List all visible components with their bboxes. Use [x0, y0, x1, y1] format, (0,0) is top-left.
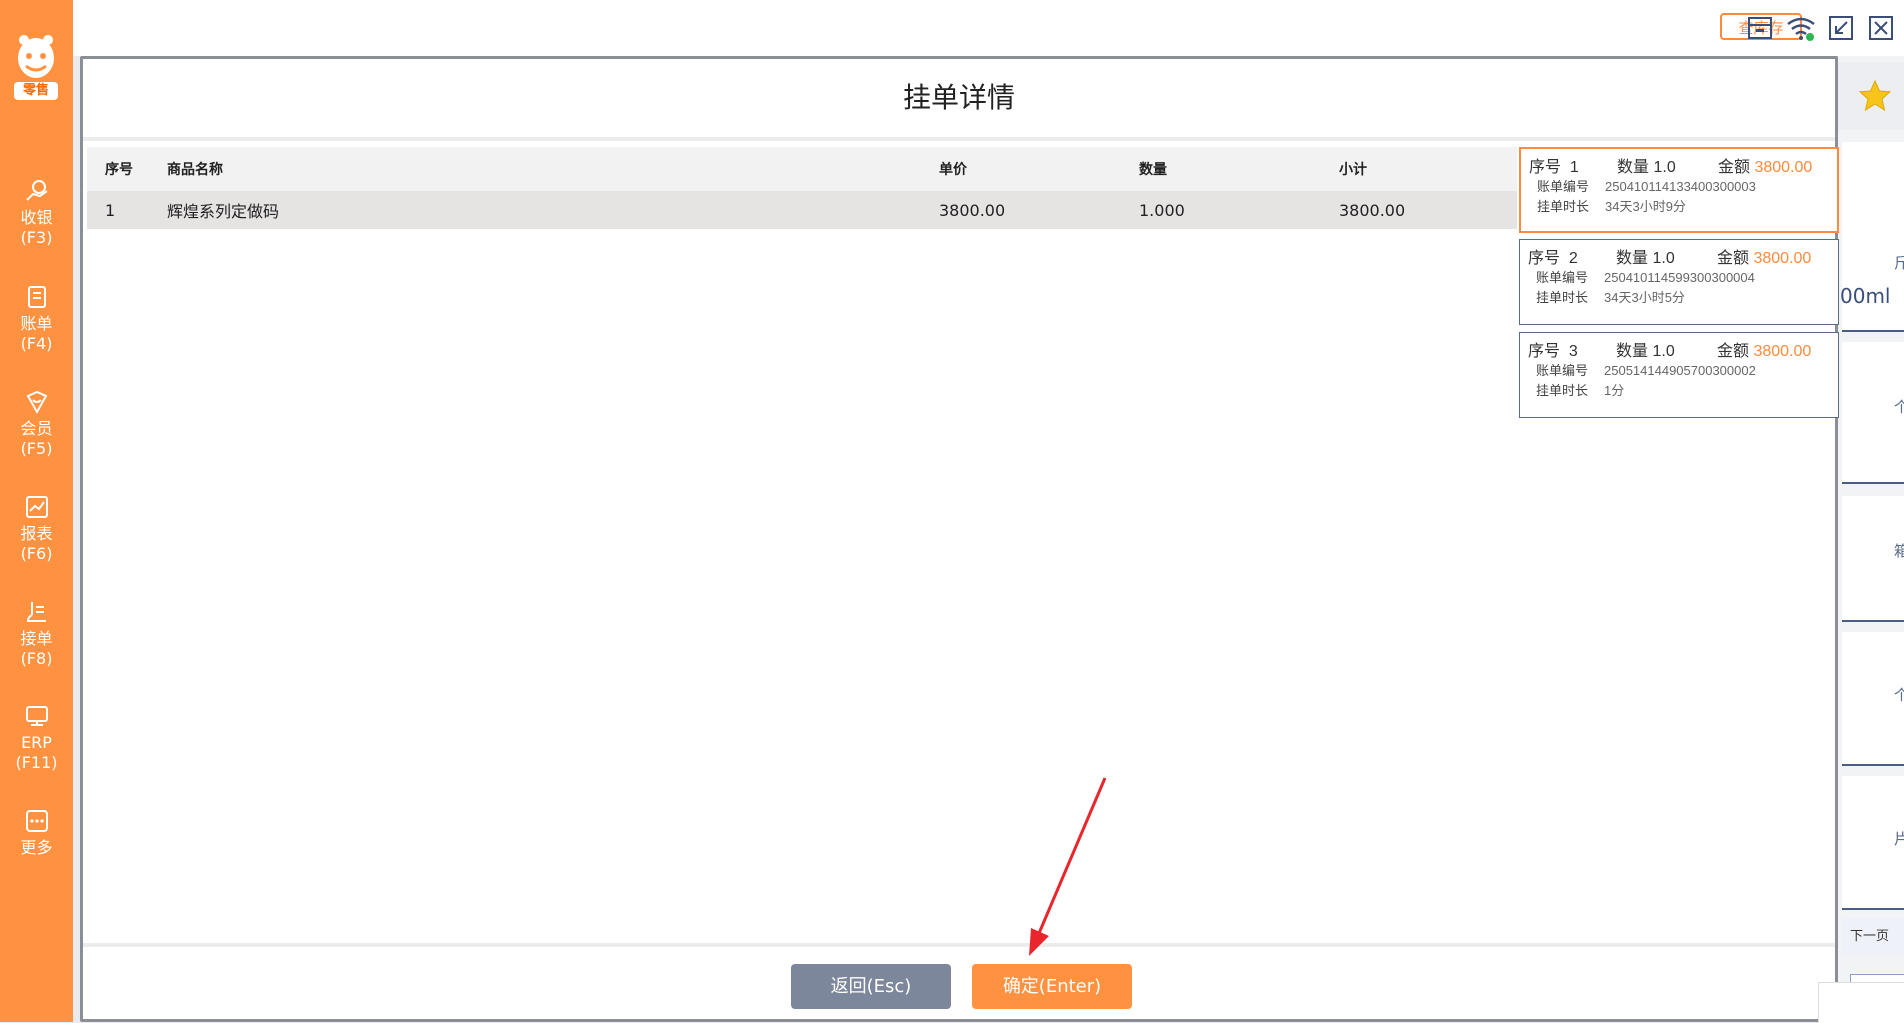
seq-label: 序号 — [1529, 159, 1562, 176]
nav-key: (F6) — [20, 544, 53, 563]
amount-value: 3800.00 — [1753, 343, 1812, 360]
more-icon — [25, 810, 48, 832]
nav-label: 会员 — [20, 419, 53, 438]
erp-icon — [25, 706, 48, 726]
minimize-icon[interactable] — [1827, 14, 1855, 42]
header-price: 单价 — [939, 162, 967, 178]
row-price: 3800.00 — [939, 200, 1006, 220]
bill-label: 账单编号 — [1536, 270, 1589, 285]
seq-label: 序号 — [1528, 250, 1561, 267]
nav-key: (F5) — [20, 439, 53, 458]
nav-member[interactable]: 会员 (F5) — [0, 389, 73, 459]
nav-label: ERP — [21, 733, 52, 752]
nav-key: (F11) — [15, 753, 58, 772]
favorites-tab[interactable] — [1838, 62, 1904, 130]
nav-more[interactable]: 更多 — [0, 808, 73, 858]
duration-label: 挂单时长 — [1537, 199, 1590, 214]
table-header: 序号 商品名称 单价 数量 小计 — [87, 147, 1517, 191]
header-no: 序号 — [105, 162, 133, 178]
qty-value: 1.0 — [1652, 343, 1675, 360]
bill-label: 账单编号 — [1537, 179, 1590, 194]
product-unit: 个 — [1894, 686, 1904, 704]
nav-key: (F8) — [20, 649, 53, 668]
nav-key: (F4) — [20, 334, 53, 353]
nav-bill[interactable]: 账单 (F4) — [0, 284, 73, 354]
amount-label: 金额 — [1717, 250, 1750, 267]
bill-number: 250410114599300300004 — [1604, 270, 1755, 285]
header-qty: 数量 — [1139, 162, 1167, 178]
row-qty: 1.000 — [1139, 200, 1185, 220]
order-items-table: 序号 商品名称 单价 数量 小计 1 辉煌系列定做码 3800.00 1.000… — [87, 147, 1517, 229]
nav-cashier[interactable]: 收银 (F3) — [0, 178, 73, 248]
app-logo: 零售 — [12, 32, 60, 102]
bill-label: 账单编号 — [1536, 363, 1589, 378]
qty-value: 1.0 — [1652, 250, 1675, 267]
product-unit: 片 — [1894, 830, 1904, 848]
held-order-card[interactable]: 序号 2 数量 1.0 金额 3800.00 账单编号 2504101145993… — [1519, 239, 1839, 325]
row-subtotal: 3800.00 — [1339, 200, 1406, 220]
order-icon — [26, 602, 46, 622]
bill-number: 250410114133400300003 — [1605, 179, 1756, 194]
nav-label: 收银 — [20, 208, 53, 227]
logo-text: 零售 — [22, 83, 49, 98]
header-name: 商品名称 — [167, 162, 223, 178]
amount-label: 金额 — [1717, 343, 1750, 360]
title-divider — [83, 137, 1835, 141]
seq-label: 序号 — [1528, 343, 1561, 360]
held-order-card[interactable]: 序号 3 数量 1.0 金额 3800.00 账单编号 2505141449057… — [1519, 332, 1839, 418]
duration-label: 挂单时长 — [1536, 290, 1589, 305]
header-subtotal: 小计 — [1339, 162, 1367, 178]
duration-label: 挂单时长 — [1536, 383, 1589, 398]
row-name: 辉煌系列定做码 — [167, 202, 280, 221]
confirm-button[interactable]: 确定(Enter) — [972, 964, 1132, 1009]
amount-value: 3800.00 — [1754, 159, 1813, 176]
back-button[interactable]: 返回(Esc) — [791, 964, 951, 1009]
cashier-icon — [25, 180, 48, 201]
nav-erp[interactable]: ERP (F11) — [0, 703, 73, 773]
corner-panel — [1818, 982, 1904, 1023]
star-icon — [1858, 79, 1892, 112]
nav-report[interactable]: 报表 (F6) — [0, 494, 73, 564]
nav-label: 账单 — [20, 314, 53, 333]
amount-label: 金额 — [1718, 159, 1751, 176]
seq-value: 3 — [1568, 343, 1578, 360]
top-bar: 查库存 — [73, 0, 1904, 56]
held-order-dialog: 挂单详情 序号 商品名称 单价 数量 小计 1 辉煌系列定做码 3800.00 … — [80, 56, 1839, 1022]
qty-label: 数量 — [1616, 343, 1649, 360]
seq-value: 1 — [1569, 159, 1579, 176]
nav-order[interactable]: 接单 (F8) — [0, 599, 73, 669]
seq-value: 2 — [1568, 250, 1578, 267]
nav-label: 接单 — [20, 629, 53, 648]
bill-icon — [27, 286, 46, 308]
next-page-button[interactable]: 下一页 — [1842, 918, 1904, 956]
product-unit: 斤 — [1894, 254, 1904, 272]
qty-label: 数量 — [1617, 159, 1650, 176]
qty-value: 1.0 — [1653, 159, 1676, 176]
duration-value: 34天3小时9分 — [1605, 199, 1686, 214]
annotation-arrow-icon — [1029, 777, 1107, 956]
nav-label: 报表 — [20, 524, 53, 543]
wifi-icon[interactable] — [1786, 14, 1815, 42]
nav-label: 更多 — [20, 838, 53, 857]
product-unit: 箱 — [1894, 542, 1904, 560]
nav-key: (F3) — [20, 228, 53, 247]
close-icon[interactable] — [1867, 14, 1895, 42]
product-panel: 斤 00ml 个 箱 个 片 下一页 搜 索 — [1837, 56, 1904, 1022]
duration-value: 34天3小时5分 — [1604, 290, 1685, 305]
member-icon — [26, 390, 47, 415]
report-icon — [25, 496, 48, 518]
product-unit: 个 — [1894, 398, 1904, 416]
sidebar: 零售 收银 (F3) 账单 (F4) 会员 (F5) 报表 (F6) 接单 (F… — [0, 0, 73, 1022]
amount-value: 3800.00 — [1753, 250, 1812, 267]
table-row[interactable]: 1 辉煌系列定做码 3800.00 1.000 3800.00 — [87, 191, 1517, 229]
product-spec: 00ml — [1840, 284, 1891, 308]
row-no: 1 — [105, 200, 116, 220]
duration-value: 1分 — [1604, 383, 1625, 398]
dialog-title: 挂单详情 — [902, 81, 1015, 114]
cash-drawer-icon[interactable] — [1746, 14, 1774, 42]
bill-number: 250514144905700300002 — [1604, 363, 1756, 378]
qty-label: 数量 — [1616, 250, 1649, 267]
held-order-card[interactable]: 序号 1 数量 1.0 金额 3800.00 账单编号 2504101141334… — [1519, 147, 1839, 233]
footer-divider — [83, 943, 1835, 947]
